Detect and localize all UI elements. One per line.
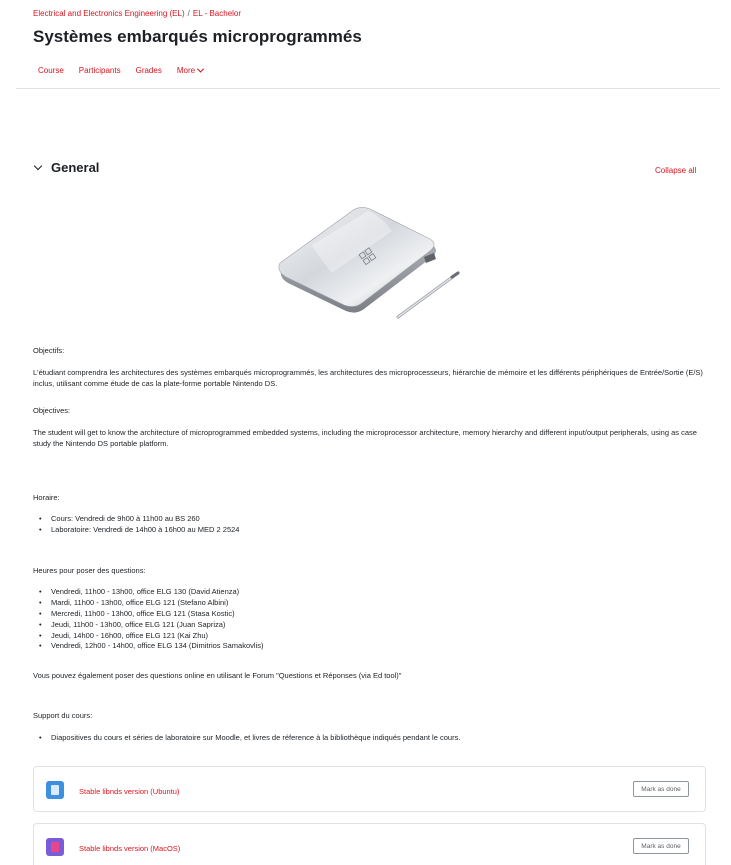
header-divider bbox=[16, 88, 720, 89]
mark-as-done-button[interactable]: Mark as done bbox=[633, 781, 689, 797]
horaire-label: Horaire: bbox=[33, 493, 60, 502]
activity-row: Stable libnds version (Ubuntu) Mark as d… bbox=[33, 766, 706, 812]
mark-as-done-button[interactable]: Mark as done bbox=[633, 838, 689, 854]
objectifs-text: L'étudiant comprendra les architectures … bbox=[33, 368, 703, 388]
activity-link[interactable]: Stable libnds version (MacOS) bbox=[79, 844, 180, 853]
list-item: Vendredi, 11h00 - 13h00, office ELG 130 … bbox=[33, 587, 263, 598]
tab-grades[interactable]: Grades bbox=[136, 66, 162, 75]
tab-course-label: Course bbox=[38, 66, 64, 75]
list-item: Laboratoire: Vendredi de 14h00 à 16h00 a… bbox=[33, 525, 239, 536]
tab-participants-label: Participants bbox=[78, 66, 121, 75]
chevron-down-icon bbox=[197, 65, 205, 73]
list-item: Mercredi, 11h00 - 13h00, office ELG 121 … bbox=[33, 609, 263, 620]
heures-label: Heures pour poser des questions: bbox=[33, 566, 146, 575]
activity-link[interactable]: Stable libnds version (Ubuntu) bbox=[79, 787, 179, 796]
horaire-list: Cours: Vendredi de 9h00 à 11h00 au BS 26… bbox=[33, 514, 239, 536]
objectives-label: Objectives: bbox=[33, 406, 71, 415]
chevron-down-icon bbox=[33, 161, 43, 171]
tab-grades-label: Grades bbox=[135, 66, 162, 75]
tab-participants[interactable]: Participants bbox=[79, 66, 121, 75]
breadcrumb: Electrical and Electronics Engineering (… bbox=[33, 9, 241, 18]
collapse-all-link[interactable]: Collapse all bbox=[655, 166, 696, 175]
list-item: Diapositives du cours et séries de labor… bbox=[33, 733, 460, 744]
nintendo-ds-image bbox=[278, 207, 460, 319]
support-label: Support du cours: bbox=[33, 711, 93, 720]
breadcrumb-separator: / bbox=[187, 9, 190, 18]
file-icon bbox=[46, 781, 64, 799]
list-item: Jeudi, 14h00 - 16h00, office ELG 121 (Ka… bbox=[33, 631, 263, 642]
list-item: Cours: Vendredi de 9h00 à 11h00 au BS 26… bbox=[33, 514, 239, 525]
support-list: Diapositives du cours et séries de labor… bbox=[33, 733, 460, 744]
course-nav: Course Participants Grades More bbox=[38, 65, 218, 75]
list-item: Vendredi, 12h00 - 14h00, office ELG 134 … bbox=[33, 641, 263, 652]
tab-more-label: More bbox=[176, 66, 196, 75]
page-title: Systèmes embarqués microprogrammés bbox=[33, 27, 362, 46]
section-toggle[interactable]: General bbox=[33, 160, 100, 175]
forum-text: Vous pouvez également poser des question… bbox=[33, 671, 402, 680]
tab-more[interactable]: More bbox=[176, 65, 205, 75]
activity-row: Stable libnds version (MacOS) Mark as do… bbox=[33, 823, 706, 865]
list-item: Jeudi, 11h00 - 13h00, office ELG 121 (Ju… bbox=[33, 620, 263, 631]
section-title: General bbox=[51, 160, 100, 175]
breadcrumb-link-program[interactable]: EL - Bachelor bbox=[193, 9, 241, 18]
list-item: Mardi, 11h00 - 13h00, office ELG 121 (St… bbox=[33, 598, 263, 609]
tab-course[interactable]: Course bbox=[38, 66, 64, 75]
file-icon bbox=[46, 838, 64, 856]
breadcrumb-link-department[interactable]: Electrical and Electronics Engineering (… bbox=[33, 9, 185, 18]
objectifs-label: Objectifs: bbox=[33, 346, 65, 355]
objectives-text: The student will get to know the archite… bbox=[33, 428, 697, 448]
heures-list: Vendredi, 11h00 - 13h00, office ELG 130 … bbox=[33, 587, 263, 652]
